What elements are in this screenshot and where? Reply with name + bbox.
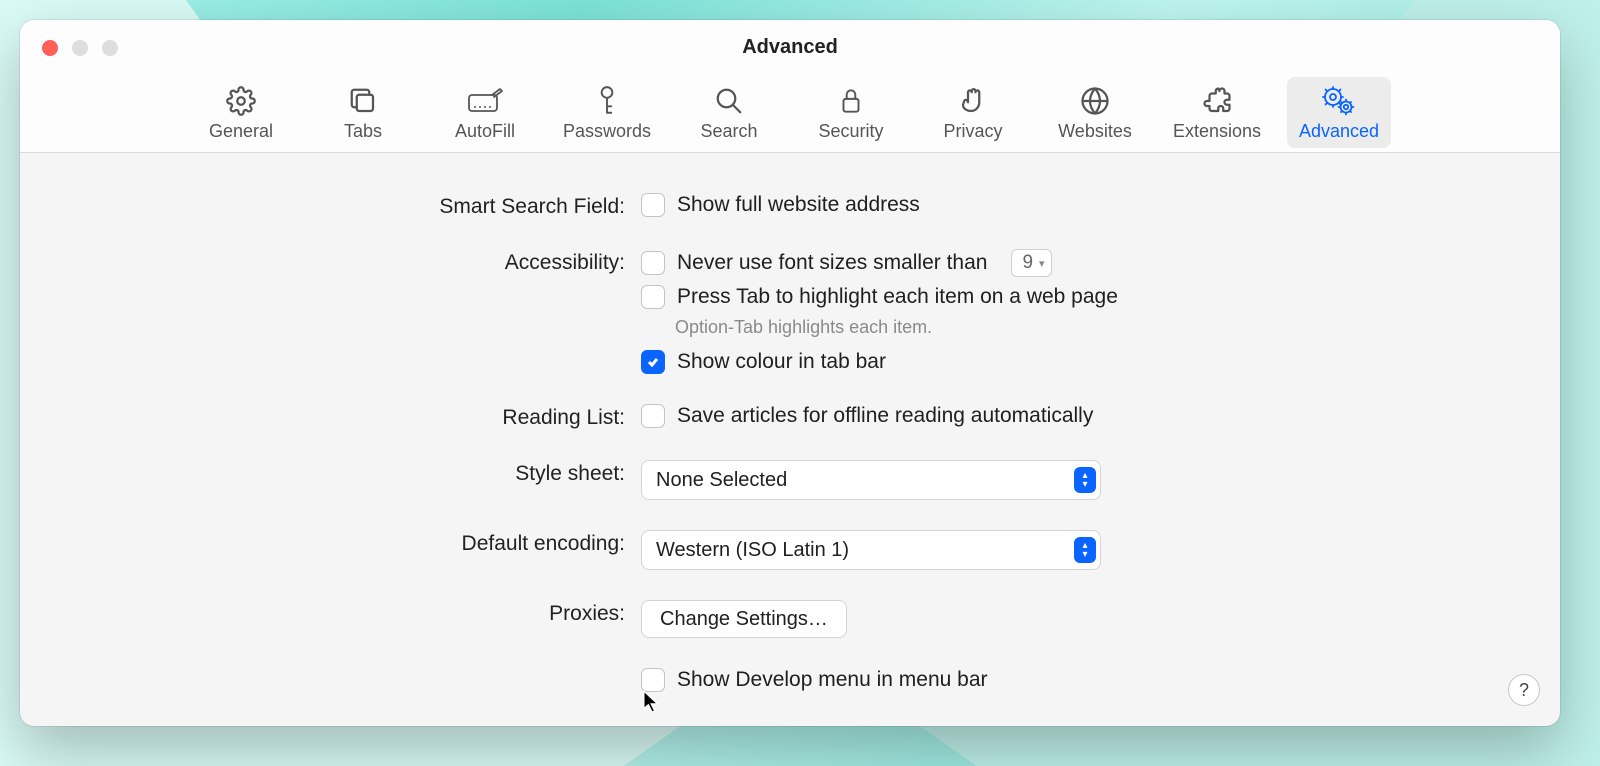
tab-label: Privacy [943, 121, 1002, 142]
section-label-accessibility: Accessibility: [60, 249, 641, 275]
style-sheet-popup[interactable]: None Selected ▴▾ [641, 460, 1101, 500]
change-proxy-settings-button[interactable]: Change Settings… [641, 600, 847, 638]
tab-label: Websites [1058, 121, 1132, 142]
autofill-icon [467, 85, 503, 117]
checkbox-show-develop-menu[interactable] [641, 668, 665, 692]
min-font-size-value: 9 [1022, 252, 1033, 274]
gears-icon [1322, 85, 1356, 117]
tab-advanced[interactable]: Advanced [1287, 77, 1391, 148]
chevron-down-icon: ▾ [1039, 257, 1045, 270]
window-close-button[interactable] [42, 40, 58, 56]
tab-label: Advanced [1299, 121, 1379, 142]
section-label-smart-search: Smart Search Field: [60, 193, 641, 219]
tab-security[interactable]: Security [799, 77, 903, 148]
default-encoding-value: Western (ISO Latin 1) [656, 539, 849, 562]
checkbox-label: Show Develop menu in menu bar [677, 668, 988, 692]
preferences-content: Smart Search Field: Show full website ad… [20, 153, 1560, 724]
key-icon [594, 85, 620, 117]
min-font-size-select[interactable]: 9 ▾ [1011, 249, 1051, 277]
window-title: Advanced [20, 36, 1560, 59]
preferences-toolbar: General Tabs AutoFill Passwords [20, 75, 1560, 153]
popup-stepper-icon: ▴▾ [1074, 467, 1096, 493]
tab-label: Search [700, 121, 757, 142]
checkbox-label: Show full website address [677, 193, 920, 217]
tab-general[interactable]: General [189, 77, 293, 148]
tab-search[interactable]: Search [677, 77, 781, 148]
tabs-icon [348, 85, 378, 117]
globe-icon [1080, 85, 1110, 117]
checkbox-label: Save articles for offline reading automa… [677, 404, 1093, 428]
tab-privacy[interactable]: Privacy [921, 77, 1025, 148]
checkbox-tab-highlight[interactable] [641, 285, 665, 309]
checkbox-min-font-size[interactable] [641, 251, 665, 275]
section-label-style-sheet: Style sheet: [60, 460, 641, 486]
window-zoom-button[interactable] [102, 40, 118, 56]
section-label-empty [60, 668, 641, 670]
tab-label: AutoFill [455, 121, 515, 142]
tab-highlight-hint: Option-Tab highlights each item. [675, 317, 1118, 338]
style-sheet-value: None Selected [656, 469, 787, 492]
checkbox-save-offline[interactable] [641, 404, 665, 428]
section-label-proxies: Proxies: [60, 600, 641, 626]
section-label-reading-list: Reading List: [60, 404, 641, 430]
window-minimize-button[interactable] [72, 40, 88, 56]
hand-icon [958, 85, 988, 117]
tab-extensions[interactable]: Extensions [1165, 77, 1269, 148]
checkbox-label: Show colour in tab bar [677, 350, 886, 374]
tab-label: Tabs [344, 121, 382, 142]
traffic-lights [42, 40, 118, 56]
tab-label: Passwords [563, 121, 651, 142]
tab-autofill[interactable]: AutoFill [433, 77, 537, 148]
default-encoding-popup[interactable]: Western (ISO Latin 1) ▴▾ [641, 530, 1101, 570]
puzzle-icon [1202, 85, 1232, 117]
checkbox-label: Press Tab to highlight each item on a we… [677, 285, 1118, 309]
tab-tabs[interactable]: Tabs [311, 77, 415, 148]
lock-icon [838, 85, 864, 117]
popup-stepper-icon: ▴▾ [1074, 537, 1096, 563]
checkbox-colour-tab-bar[interactable] [641, 350, 665, 374]
tab-label: Security [818, 121, 883, 142]
gear-icon [226, 85, 256, 117]
checkbox-label: Never use font sizes smaller than [677, 251, 987, 275]
preferences-window: Advanced General Tabs AutoFill [20, 20, 1560, 726]
tab-label: General [209, 121, 273, 142]
section-label-default-encoding: Default encoding: [60, 530, 641, 556]
help-button[interactable]: ? [1508, 674, 1540, 706]
titlebar: Advanced [20, 20, 1560, 75]
tab-passwords[interactable]: Passwords [555, 77, 659, 148]
tab-websites[interactable]: Websites [1043, 77, 1147, 148]
magnifying-glass-icon [714, 85, 744, 117]
tab-label: Extensions [1173, 121, 1261, 142]
checkbox-show-full-address[interactable] [641, 193, 665, 217]
